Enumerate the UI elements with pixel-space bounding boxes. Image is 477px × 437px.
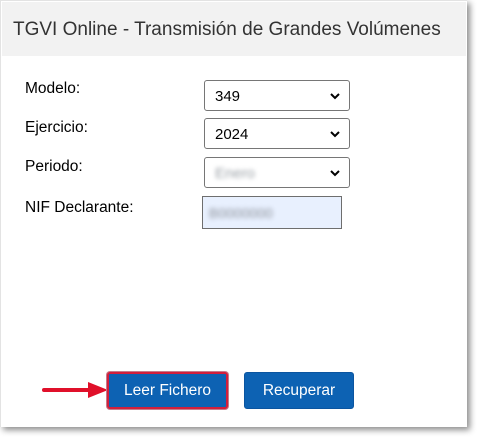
arrow-right-icon — [42, 382, 108, 398]
ejercicio-select-value: 2024 — [215, 126, 249, 143]
ejercicio-select[interactable]: 2024 — [204, 118, 350, 149]
periodo-label: Periodo: — [25, 158, 83, 175]
page-title: TGVI Online - Transmisión de Grandes Vol… — [13, 19, 441, 40]
chevron-down-icon — [330, 170, 340, 177]
recuperar-button[interactable]: Recuperar — [244, 372, 354, 409]
nif-declarante-input[interactable]: B0000000 — [202, 196, 342, 229]
dialog-header: TGVI Online - Transmisión de Grandes Vol… — [2, 2, 466, 56]
nif-label: NIF Declarante: — [25, 199, 134, 216]
modelo-select-value: 349 — [215, 88, 241, 105]
chevron-down-icon — [330, 93, 340, 100]
periodo-select-value: Enero — [215, 165, 256, 182]
modelo-label: Modelo: — [25, 80, 81, 97]
nif-input-value: B0000000 — [209, 205, 273, 221]
periodo-select[interactable]: Enero — [204, 157, 350, 188]
leer-fichero-button[interactable]: Leer Fichero — [107, 372, 228, 409]
chevron-down-icon — [330, 131, 340, 138]
tgvi-dialog: TGVI Online - Transmisión de Grandes Vol… — [0, 0, 467, 427]
modelo-select[interactable]: 349 — [204, 80, 350, 111]
ejercicio-label: Ejercicio: — [25, 119, 88, 136]
